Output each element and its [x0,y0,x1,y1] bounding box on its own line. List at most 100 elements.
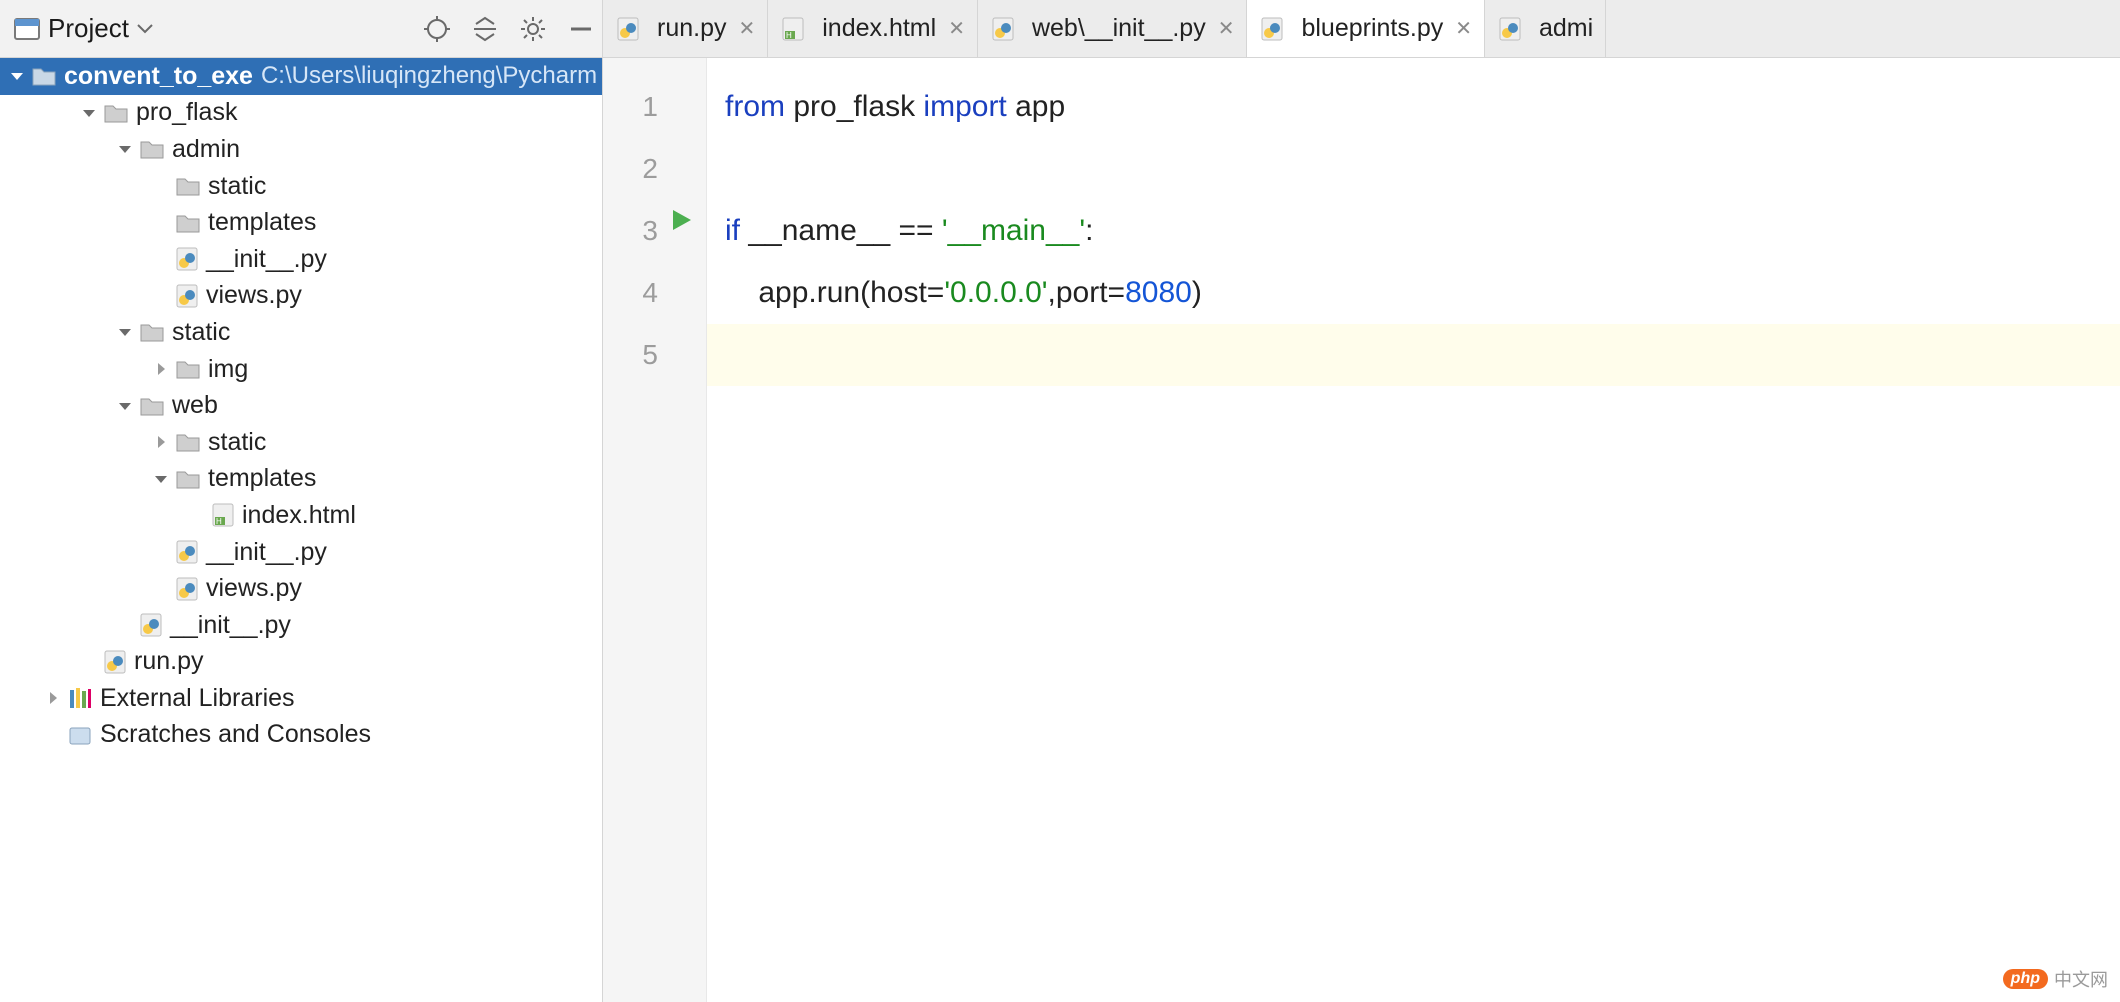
line-number: 4 [603,262,658,324]
tree-item-label: templates [208,464,316,493]
tree-item[interactable]: admin [0,131,602,168]
tree-item[interactable]: External Libraries [0,680,602,717]
expand-arrow[interactable] [152,543,170,561]
folder-icon [104,103,128,123]
tree-item[interactable]: Hindex.html [0,497,602,534]
line-number: 5 [603,324,658,386]
expand-arrow[interactable] [152,250,170,268]
close-icon[interactable]: ✕ [1455,16,1472,41]
line-number: 3 [603,200,658,262]
tree-item[interactable]: img [0,351,602,388]
tree-item-label: admin [172,135,240,164]
folder-icon [140,322,164,342]
expand-arrow[interactable] [152,287,170,305]
py-icon [617,17,639,41]
tree-item-label: External Libraries [100,684,295,713]
editor-tabs: run.py✕Hindex.html✕web\__init__.py✕bluep… [603,0,2120,58]
close-icon[interactable]: ✕ [1218,16,1235,41]
expand-arrow[interactable] [116,616,134,634]
tree-item-label: img [208,355,248,384]
tree-item[interactable]: templates [0,204,602,241]
tree-item-label: __init__.py [206,538,327,567]
code-line-3: if __name__ == '__main__': [725,200,2120,262]
editor-tab[interactable]: blueprints.py✕ [1247,0,1485,57]
tree-item[interactable]: views.py [0,278,602,315]
expand-arrow[interactable] [116,323,134,341]
py-icon [176,284,198,308]
tree-root-label: convent_to_exe [64,62,253,91]
tree-root-path: C:\Users\liuqingzheng\Pycharm [261,62,597,90]
code-editor[interactable]: from pro_flask import app if __name__ ==… [707,58,2120,1002]
py-icon [176,540,198,564]
tree-item[interactable]: views.py [0,570,602,607]
tab-label: web\__init__.py [1032,14,1206,43]
target-icon[interactable] [424,16,450,42]
tree-item[interactable]: pro_flask [0,95,602,132]
py-icon [176,577,198,601]
tree-root[interactable]: convent_to_exe C:\Users\liuqingzheng\Pyc… [0,58,602,95]
tree-item[interactable]: __init__.py [0,607,602,644]
folder-plain-icon [176,213,200,233]
watermark-text: 中文网 [2054,966,2108,992]
tree-item-label: run.py [134,647,203,676]
py-icon [104,650,126,674]
project-title-dropdown[interactable]: Project [14,13,424,44]
watermark-pill: php [2003,969,2048,989]
collapse-icon[interactable] [472,16,498,42]
editor-tab[interactable]: Hindex.html✕ [768,0,978,57]
tree-item[interactable]: web [0,387,602,424]
tree-item-label: __init__.py [170,611,291,640]
code-line-4: app.run(host='0.0.0.0',port=8080) [725,262,2120,324]
tree-item-label: views.py [206,281,302,310]
tree-item[interactable]: templates [0,461,602,498]
close-icon[interactable]: ✕ [738,16,755,41]
folder-plain-icon [176,432,200,452]
libs-icon [68,687,92,709]
project-tree[interactable]: convent_to_exe C:\Users\liuqingzheng\Pyc… [0,58,602,1002]
expand-arrow[interactable] [152,360,170,378]
folder-icon [32,66,56,86]
tree-item[interactable]: Scratches and Consoles [0,717,602,754]
tree-item[interactable]: __init__.py [0,534,602,571]
tree-item[interactable]: static [0,314,602,351]
folder-icon [140,139,164,159]
expand-arrow[interactable] [152,470,170,488]
tree-item[interactable]: __init__.py [0,241,602,278]
editor-tab[interactable]: web\__init__.py ✕ [978,0,1248,57]
folder-plain-icon [176,359,200,379]
code-line-1: from pro_flask import app [725,76,2120,138]
tree-item-label: pro_flask [136,98,237,127]
gear-icon[interactable] [520,16,546,42]
close-icon[interactable]: ✕ [948,16,965,41]
py-icon [1261,17,1283,41]
tree-item-label: static [208,172,266,201]
tree-item[interactable]: static [0,424,602,461]
expand-arrow[interactable] [188,506,206,524]
expand-arrow[interactable] [152,177,170,195]
py-icon [992,17,1014,41]
expand-arrow[interactable] [44,726,62,744]
folder-plain-icon [176,176,200,196]
tab-label: admi [1539,14,1593,43]
minimize-icon[interactable] [568,16,594,42]
tree-item-label: templates [208,208,316,237]
project-header: Project [0,0,602,58]
tree-item-label: static [172,318,230,347]
editor-tab[interactable]: admi [1485,0,1606,57]
run-icon[interactable] [671,208,693,232]
expand-arrow[interactable] [80,104,98,122]
expand-arrow[interactable] [152,433,170,451]
expand-arrow[interactable] [152,580,170,598]
tree-item-label: web [172,391,218,420]
expand-arrow[interactable] [116,397,134,415]
expand-arrow[interactable] [152,214,170,232]
expand-arrow[interactable] [44,689,62,707]
tree-item[interactable]: static [0,168,602,205]
expand-arrow[interactable] [116,140,134,158]
svg-text:H: H [786,31,792,40]
tree-item[interactable]: run.py [0,644,602,681]
tab-label: run.py [657,14,726,43]
project-sidebar: Project convent_to_exe C:\Users\liuqingz… [0,0,603,1002]
editor-tab[interactable]: run.py ✕ [603,0,768,57]
expand-arrow[interactable] [80,653,98,671]
